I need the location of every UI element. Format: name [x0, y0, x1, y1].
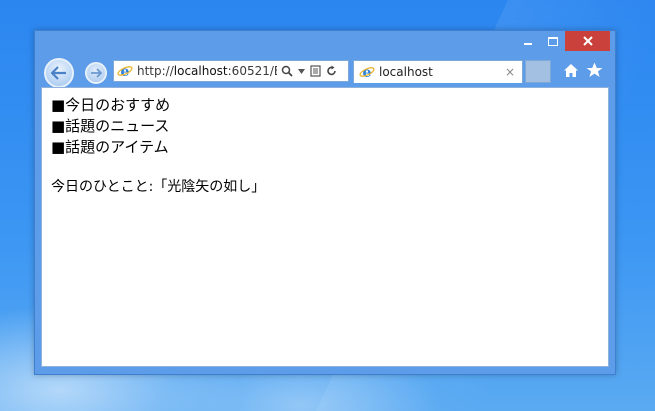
- close-button[interactable]: [565, 31, 610, 51]
- list-item: ■今日のおすすめ: [51, 96, 171, 114]
- back-button[interactable]: [44, 58, 74, 88]
- refresh-icon[interactable]: [326, 65, 337, 77]
- minimize-button[interactable]: [516, 31, 540, 51]
- tab-title: localhost: [379, 65, 433, 79]
- list-item: ■話題のニュース: [51, 117, 170, 135]
- maximize-button[interactable]: [540, 31, 565, 51]
- forward-arrow-icon: [91, 68, 102, 78]
- url-text[interactable]: http://localhost:60521/E: [137, 64, 277, 78]
- search-icon[interactable]: [281, 65, 293, 77]
- list-item: ■話題のアイテム: [51, 138, 169, 156]
- minimize-icon: [524, 43, 532, 45]
- address-bar[interactable]: e http://localhost:60521/E: [113, 60, 349, 82]
- dropdown-icon[interactable]: [298, 68, 305, 74]
- favorites-star-icon[interactable]: [585, 61, 604, 80]
- compat-view-icon[interactable]: [310, 65, 321, 77]
- new-tab-button[interactable]: [525, 60, 551, 83]
- forward-button[interactable]: [85, 62, 107, 84]
- close-icon: [582, 36, 593, 46]
- tab-close-button[interactable]: ×: [505, 65, 515, 79]
- navigation-bar: e http://localhost:60521/E e localhost ×: [35, 55, 615, 88]
- ie-logo-icon: e: [117, 64, 133, 79]
- daily-phrase: 今日のひとこと:「光陰矢の如し」: [51, 179, 266, 195]
- ie-logo-icon: e: [359, 65, 375, 80]
- back-arrow-icon: [51, 66, 66, 80]
- tab-localhost[interactable]: e localhost ×: [353, 60, 523, 83]
- browser-window: e http://localhost:60521/E e localhost ×…: [34, 30, 616, 375]
- home-icon[interactable]: [562, 62, 580, 80]
- maximize-icon: [547, 36, 558, 46]
- title-bar: [35, 31, 615, 55]
- page-content: ■今日のおすすめ ■話題のニュース ■話題のアイテム 今日のひとこと:「光陰矢の…: [41, 87, 609, 367]
